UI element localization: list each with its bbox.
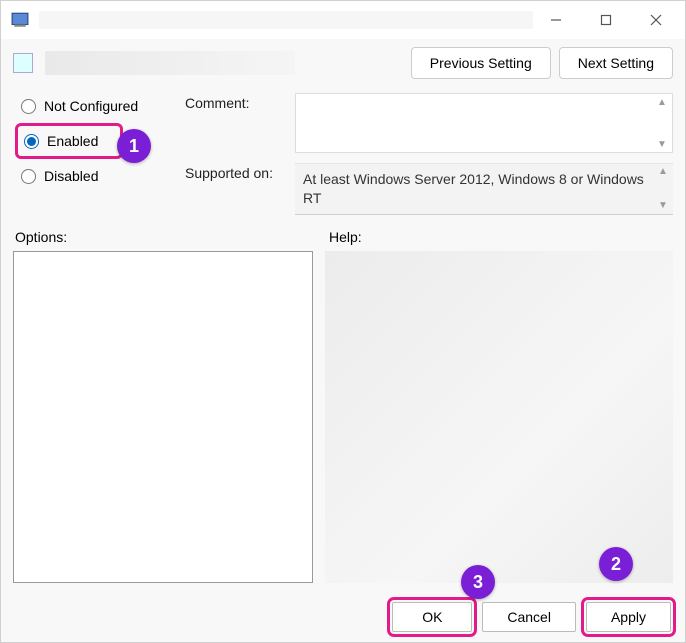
options-label: Options: [13,227,313,251]
supported-on-value: At least Windows Server 2012, Windows 8 … [303,171,644,206]
scroll-up-icon[interactable]: ▲ [657,166,669,178]
ok-button[interactable]: OK [392,602,472,632]
supported-on-text: At least Windows Server 2012, Windows 8 … [295,163,673,215]
supported-on-label: Supported on: [185,163,295,215]
radio-not-configured-input[interactable] [21,99,36,114]
dialog-footer: OK Cancel Apply [392,602,671,632]
scroll-down-icon[interactable]: ▼ [657,200,669,212]
radio-enabled-input[interactable] [24,134,39,149]
scroll-up-icon[interactable]: ▲ [656,96,668,108]
comment-textarea[interactable]: ▲ ▼ [295,93,673,153]
radio-disabled-input[interactable] [21,169,36,184]
policy-name [45,51,295,75]
radio-enabled-label: Enabled [47,133,98,149]
window-title [39,11,533,29]
minimize-button[interactable] [533,5,579,35]
help-label: Help: [325,227,673,251]
policy-icon [13,53,33,73]
toolbar: Previous Setting Next Setting [1,39,685,93]
maximize-button[interactable] [583,5,629,35]
apply-button[interactable]: Apply [586,602,671,632]
help-panel [325,251,673,583]
options-panel[interactable] [13,251,313,583]
app-icon [11,11,29,29]
titlebar [1,1,685,39]
state-radio-group: Not Configured Enabled Disabled [13,93,163,215]
close-button[interactable] [633,5,679,35]
previous-setting-button[interactable]: Previous Setting [411,47,551,79]
radio-enabled[interactable]: Enabled [20,128,102,154]
cancel-button[interactable]: Cancel [482,602,576,632]
scroll-down-icon[interactable]: ▼ [656,138,668,150]
radio-disabled-label: Disabled [44,168,98,184]
radio-disabled[interactable]: Disabled [17,163,163,189]
next-setting-button[interactable]: Next Setting [559,47,673,79]
radio-not-configured-label: Not Configured [44,98,138,114]
radio-not-configured[interactable]: Not Configured [17,93,163,119]
highlight-enabled: Enabled [15,123,123,159]
comment-label: Comment: [185,93,295,153]
